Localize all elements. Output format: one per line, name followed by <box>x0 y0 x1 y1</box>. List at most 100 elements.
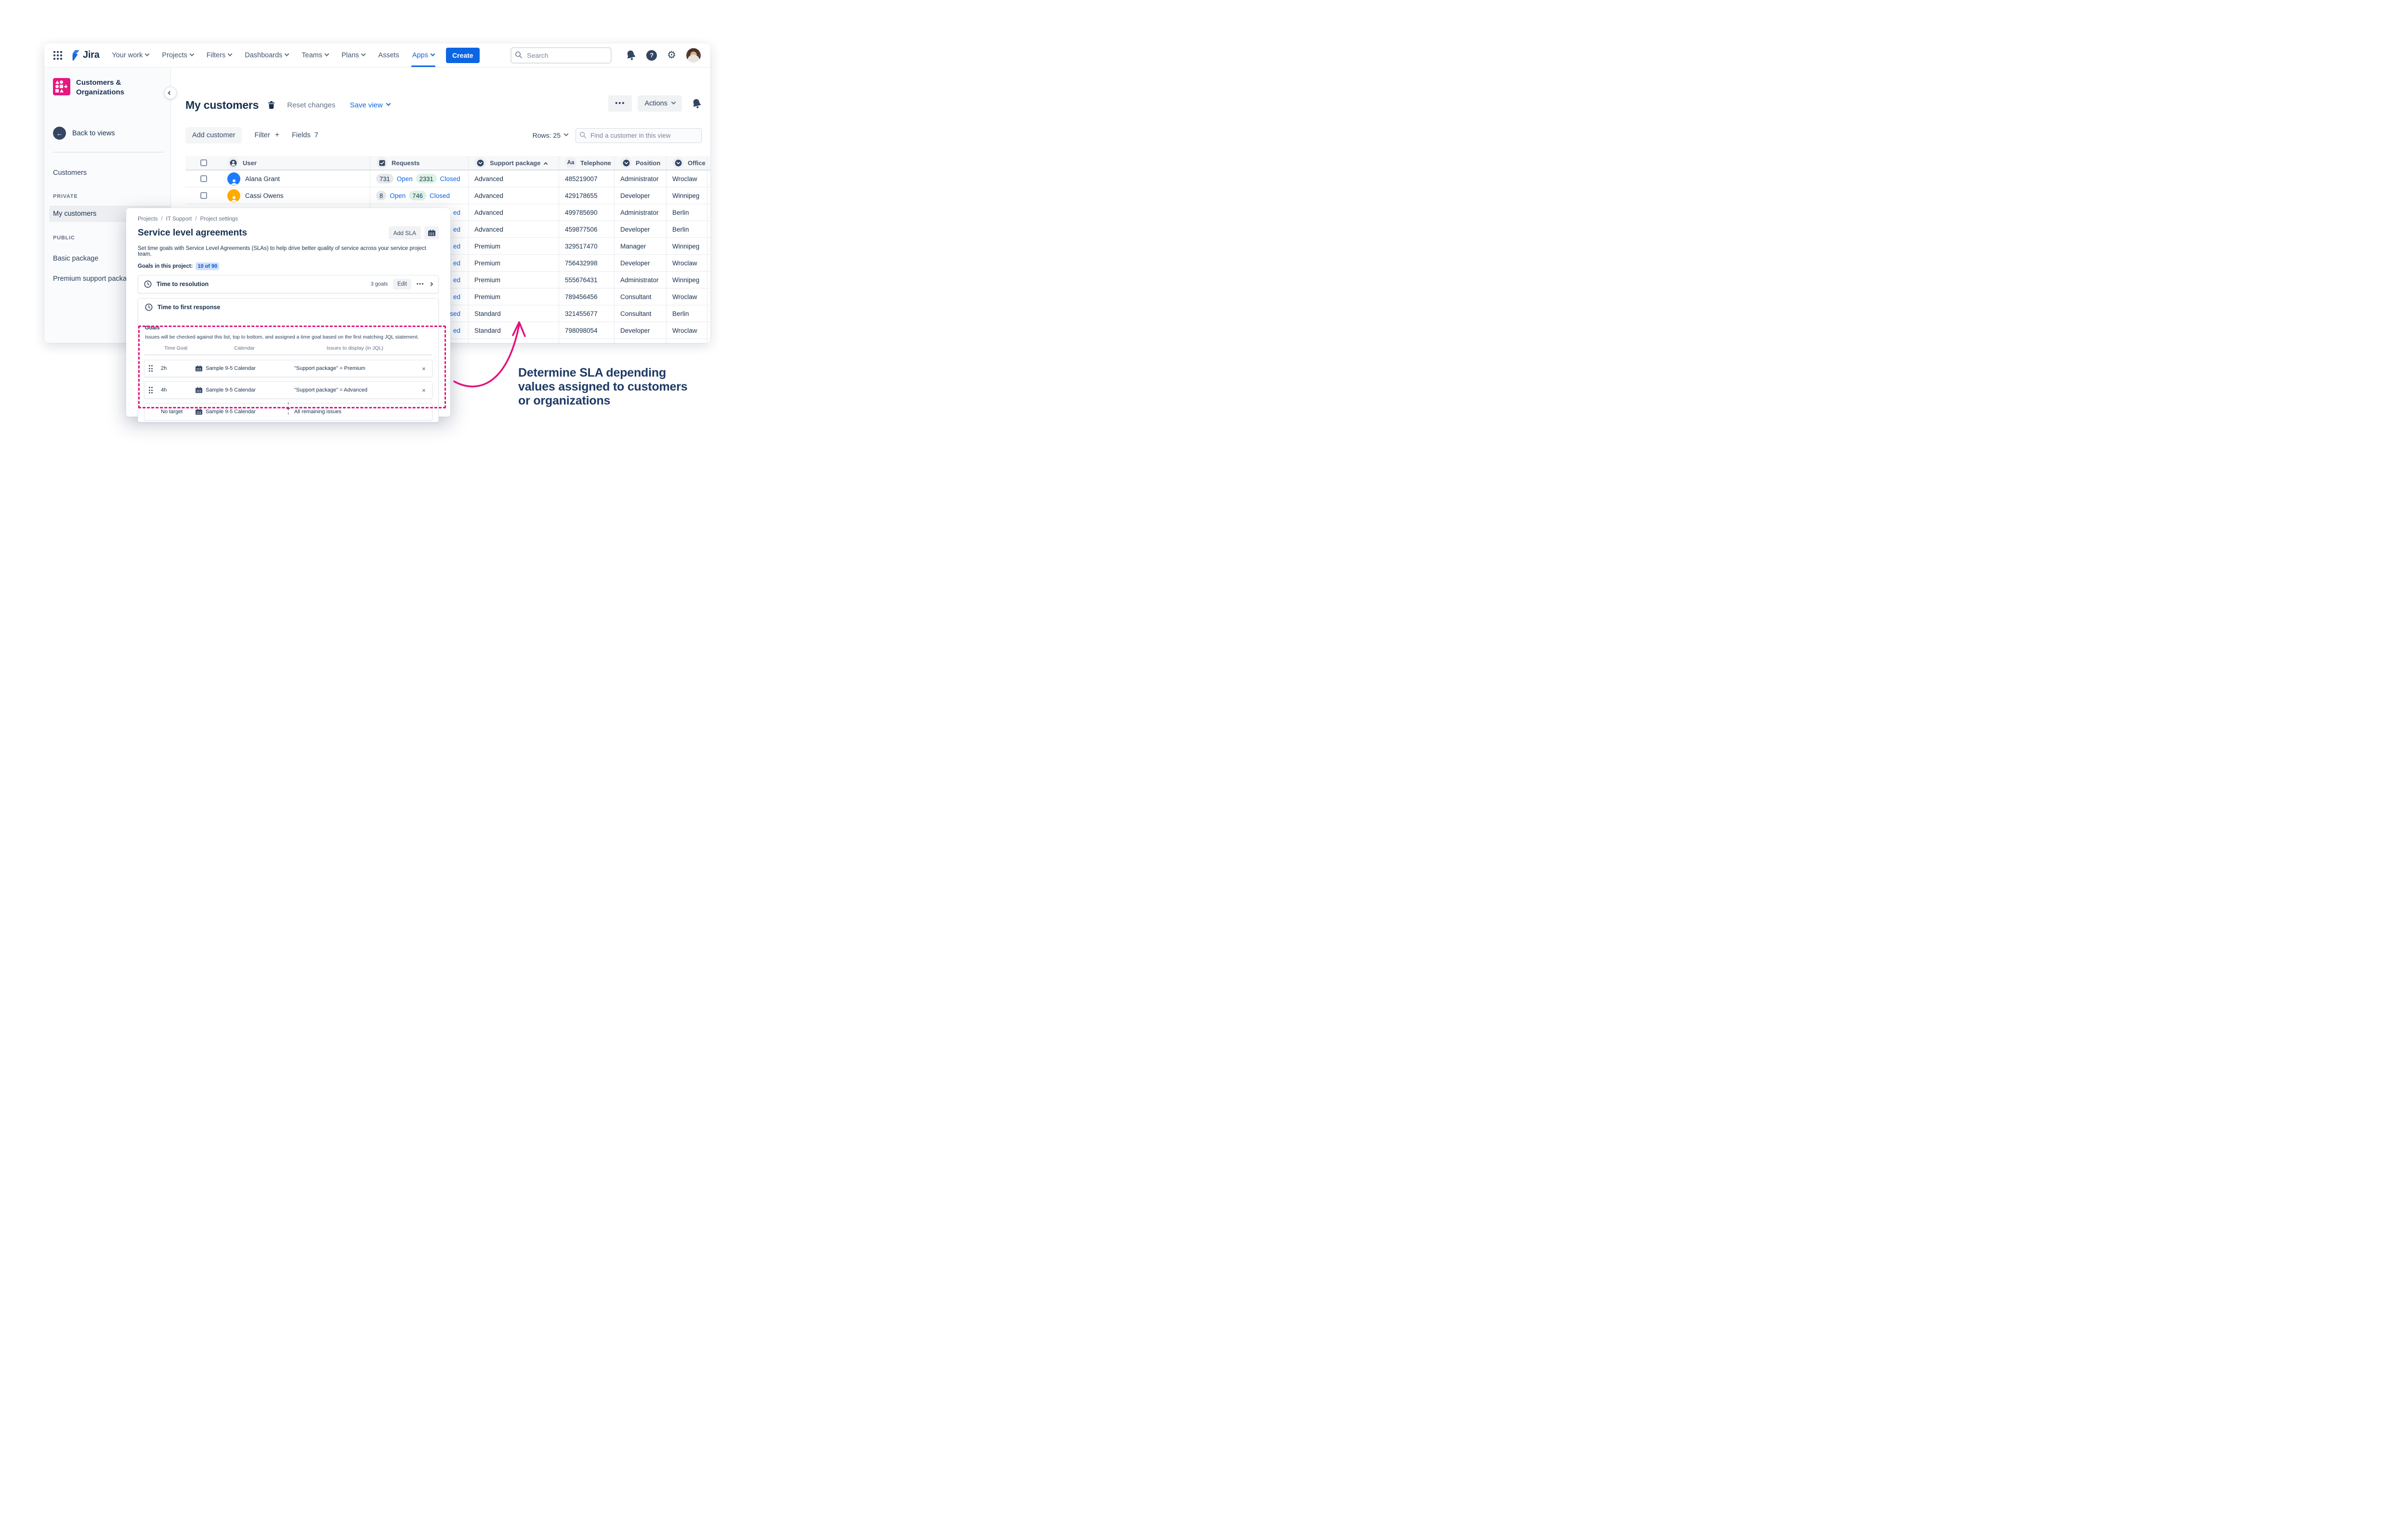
back-to-views[interactable]: ← Back to views <box>53 127 163 140</box>
nav-item-apps[interactable]: Apps <box>412 43 434 67</box>
save-view-button[interactable]: Save view <box>350 101 390 109</box>
filter-button[interactable]: Filter <box>254 131 270 139</box>
add-goal-button[interactable]: + <box>284 402 293 415</box>
gear-icon[interactable]: ⚙ <box>667 50 676 60</box>
table-row[interactable]: Cassi Owens8Open746ClosedAdvanced4291786… <box>185 187 710 204</box>
cell-office: Berlin <box>666 204 707 221</box>
search-icon <box>579 131 587 139</box>
closed-requests-link[interactable]: Closed <box>430 192 450 199</box>
closed-requests-link-fragment[interactable]: ed <box>453 260 460 267</box>
breadcrumb-item[interactable]: Projects <box>138 216 158 222</box>
sidebar-section-private: PRIVATE <box>53 194 163 199</box>
bell-icon[interactable] <box>691 97 703 110</box>
nav-item-projects[interactable]: Projects <box>162 43 193 67</box>
remove-goal-icon[interactable]: × <box>416 365 432 372</box>
chevron-right-icon[interactable] <box>429 282 433 286</box>
cell-position: Administrator <box>614 272 666 288</box>
open-requests-link[interactable]: Open <box>397 175 413 183</box>
cell-telephone: 329517470 <box>559 238 614 254</box>
help-icon[interactable]: ? <box>646 50 657 61</box>
nav-item-dashboards[interactable]: Dashboards <box>245 43 288 67</box>
chevron-down-icon <box>189 52 194 56</box>
nav-item-your-work[interactable]: Your work <box>112 43 149 67</box>
goal-count-label: 3 goals <box>371 281 388 287</box>
cell-telephone: 429178655 <box>559 187 614 204</box>
fields-count: 7 <box>314 131 318 139</box>
sidebar-item-customers[interactable]: Customers <box>53 168 163 178</box>
sla-card-time-to-resolution[interactable]: Time to resolution 3 goals Edit ••• <box>138 275 439 293</box>
closed-requests-link-fragment[interactable]: ed <box>453 327 460 334</box>
notifications-icon[interactable] <box>625 49 638 62</box>
more-actions-button[interactable]: ••• <box>608 95 632 112</box>
nav-item-filters[interactable]: Filters <box>207 43 232 67</box>
closed-requests-link[interactable]: Closed <box>440 175 460 183</box>
cell-telephone: 789456456 <box>559 288 614 305</box>
jira-logo[interactable]: Jira <box>69 50 99 61</box>
sidebar-collapse-button[interactable] <box>164 87 177 99</box>
nav-item-assets[interactable]: Assets <box>378 43 399 67</box>
cell-position: Administrator <box>614 170 666 187</box>
goal-row[interactable]: 4hSample 9-5 Calendar"Support package" =… <box>144 381 432 399</box>
add-sla-button[interactable]: Add SLA <box>389 226 421 239</box>
open-requests-link[interactable]: Open <box>390 192 406 199</box>
column-header-support-package[interactable]: Support package <box>468 156 559 170</box>
cell-office: Winnipeg <box>666 238 707 254</box>
user-avatar[interactable] <box>686 48 701 63</box>
closed-count-badge: 2331 <box>416 174 437 183</box>
back-arrow-icon: ← <box>53 127 66 140</box>
remove-goal-icon[interactable]: × <box>416 387 432 394</box>
nav-item-teams[interactable]: Teams <box>301 43 328 67</box>
column-header-user[interactable]: User <box>222 156 370 170</box>
add-customer-button[interactable]: Add customer <box>185 127 242 144</box>
goal-row[interactable]: 2hSample 9-5 Calendar"Support package" =… <box>144 360 432 377</box>
column-header-office[interactable]: Office <box>666 156 707 170</box>
calendar-button[interactable] <box>424 226 439 239</box>
row-checkbox[interactable] <box>200 192 207 199</box>
cell-telephone: 555676431 <box>559 272 614 288</box>
column-header-telephone[interactable]: Aa Telephone <box>559 156 614 170</box>
app-switcher-icon[interactable] <box>53 51 63 60</box>
edit-button[interactable]: Edit <box>393 279 411 289</box>
create-button[interactable]: Create <box>446 48 480 63</box>
cell-support-package: Standard <box>468 305 559 322</box>
cell-requests: 8Open746Closed <box>370 187 468 204</box>
cell-office: Wroclaw <box>666 170 707 187</box>
cell-support-package: Premium <box>468 272 559 288</box>
calendar-icon <box>196 387 202 393</box>
sla-page-title: Service level agreements <box>138 228 247 238</box>
reset-changes-button[interactable]: Reset changes <box>287 101 335 109</box>
closed-requests-link-fragment[interactable]: ed <box>453 209 460 216</box>
fields-button[interactable]: Fields 7 <box>292 131 318 139</box>
nav-item-plans[interactable]: Plans <box>341 43 365 67</box>
avatar <box>227 189 240 202</box>
closed-requests-link-fragment[interactable]: ed <box>453 243 460 250</box>
breadcrumb-item[interactable]: IT Support <box>166 216 192 222</box>
select-all-checkbox[interactable] <box>200 159 207 166</box>
closed-requests-link-fragment[interactable]: sed <box>450 310 460 317</box>
annotation-text: Determine SLA depending values assigned … <box>518 366 687 408</box>
actions-button[interactable]: Actions <box>638 95 682 112</box>
column-header-requests[interactable]: Requests <box>370 156 468 170</box>
closed-requests-link-fragment[interactable]: ed <box>453 226 460 233</box>
drag-handle-icon[interactable] <box>144 387 157 393</box>
breadcrumb-item[interactable]: Project settings <box>200 216 238 222</box>
table-row[interactable]: Alana Grant731Open2331ClosedAdvanced4852… <box>185 170 710 187</box>
sla-settings-panel: Projects/IT Support/Project settings Ser… <box>126 208 450 417</box>
sort-asc-icon <box>544 162 548 166</box>
add-filter-icon[interactable]: + <box>275 131 279 140</box>
find-customer-input[interactable] <box>576 128 702 143</box>
search-input[interactable] <box>510 47 612 64</box>
select-field-icon <box>474 157 486 169</box>
trash-icon[interactable] <box>267 101 275 109</box>
closed-requests-link-fragment[interactable]: ed <box>453 293 460 301</box>
row-checkbox[interactable] <box>200 175 207 182</box>
more-options-icon[interactable]: ••• <box>417 281 424 287</box>
rows-per-page-select[interactable]: Rows: 25 <box>533 131 568 139</box>
cell-position: Consultant <box>614 305 666 322</box>
column-header-position[interactable]: Position <box>614 156 666 170</box>
closed-requests-link-fragment[interactable]: ed <box>453 276 460 284</box>
drag-handle-icon[interactable] <box>144 365 157 372</box>
goal-jql: "Support package" = Advanced <box>294 387 416 393</box>
cell-support-package: Premium <box>468 255 559 271</box>
cell-support-package: Advanced <box>468 170 559 187</box>
